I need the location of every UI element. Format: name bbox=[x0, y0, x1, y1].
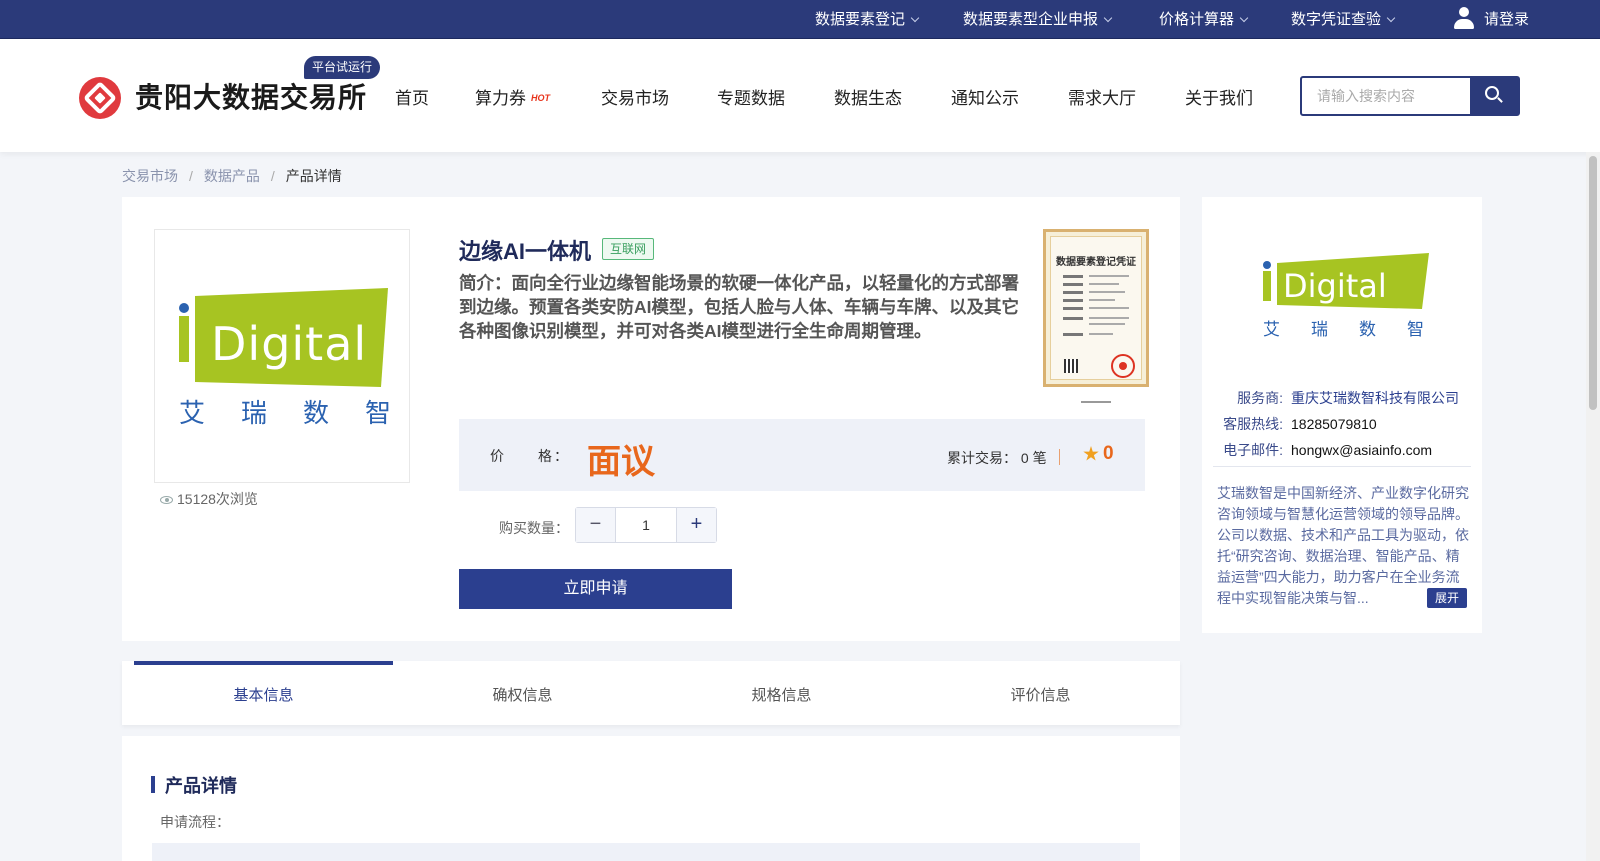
trial-badge: 平台试运行 bbox=[304, 56, 381, 79]
svg-text:艾: 艾 bbox=[179, 399, 205, 429]
chevron-down-icon bbox=[1103, 13, 1113, 23]
tab-spec-info[interactable]: 规格信息 bbox=[652, 661, 911, 725]
star-icon bbox=[1083, 446, 1099, 461]
topbar-menu-certificate-check[interactable]: 数字凭证查验 bbox=[1291, 0, 1396, 39]
divider bbox=[1059, 449, 1060, 465]
idigital-logo-image: Digital 艾 瑞 数 智 bbox=[179, 288, 391, 429]
registration-certificate-thumbnail[interactable]: 数据要素登记凭证 bbox=[1043, 229, 1149, 387]
breadcrumb-market[interactable]: 交易市场 bbox=[122, 168, 178, 184]
price-panel: 价 格： 面议 累计交易： 0 笔 0 bbox=[459, 419, 1145, 491]
quantity-label: 购买数量： bbox=[499, 520, 569, 536]
search-box bbox=[1300, 76, 1520, 116]
chevron-down-icon bbox=[1386, 13, 1396, 23]
hot-badge: HOT bbox=[531, 93, 550, 103]
svg-text:智: 智 bbox=[365, 399, 391, 429]
svg-text:艾: 艾 bbox=[1263, 320, 1280, 340]
svg-text:Digital: Digital bbox=[211, 317, 367, 371]
certificate-pager[interactable] bbox=[1081, 401, 1111, 403]
product-category-tag: 互联网 bbox=[602, 238, 655, 260]
exchange-logo-icon[interactable] bbox=[79, 77, 121, 119]
certificate-title: 数据要素登记凭证 bbox=[1056, 257, 1136, 268]
topbar-menu-label: 数据要素型企业申报 bbox=[963, 11, 1099, 28]
svg-text:瑞: 瑞 bbox=[241, 399, 267, 429]
nav-about[interactable]: 关于我们 bbox=[1185, 84, 1253, 109]
breadcrumb: 交易市场 / 数据产品 / 产品详情 bbox=[122, 168, 342, 184]
nav-market[interactable]: 交易市场 bbox=[601, 84, 669, 109]
nav-topic-data[interactable]: 专题数据 bbox=[717, 84, 785, 109]
login-label: 请登录 bbox=[1484, 11, 1530, 28]
vendor-hotline-row: 客服热线: 18285079810 bbox=[1211, 414, 1377, 434]
site-name[interactable]: 贵阳大数据交易所 bbox=[135, 76, 367, 116]
expand-button[interactable]: 展开 bbox=[1427, 588, 1467, 608]
scrollbar-thumb[interactable] bbox=[1589, 156, 1597, 410]
vendor-logo: Digital 艾 瑞 数 智 bbox=[1263, 253, 1429, 340]
svg-text:数: 数 bbox=[303, 399, 329, 429]
nav-compute-voucher[interactable]: 算力券 bbox=[475, 84, 526, 109]
tab-basic-info[interactable]: 基本信息 bbox=[134, 661, 393, 725]
topbar-menu-label: 数据要素登记 bbox=[815, 11, 906, 28]
price-label: 价 格： bbox=[490, 448, 570, 464]
product-logo: Digital 艾 瑞 数 智 bbox=[154, 229, 410, 483]
trade-count-value: 0 笔 bbox=[1020, 450, 1047, 466]
tab-reviews[interactable]: 评价信息 bbox=[911, 661, 1170, 725]
eye-icon bbox=[160, 496, 173, 504]
svg-text:数: 数 bbox=[1359, 320, 1376, 340]
search-input[interactable] bbox=[1302, 78, 1470, 114]
quantity-increase-button[interactable]: + bbox=[676, 508, 716, 542]
product-description: 简介：面向全行业边缘智能场景的软硬一体化产品，以轻量化的方式部署到边缘。预置各类… bbox=[459, 273, 1019, 341]
svg-text:智: 智 bbox=[1407, 320, 1424, 340]
rating-value: 0 bbox=[1103, 443, 1114, 464]
tab-rights-info[interactable]: 确权信息 bbox=[393, 661, 652, 725]
nav-home[interactable]: 首页 bbox=[395, 84, 429, 109]
svg-text:瑞: 瑞 bbox=[1311, 320, 1328, 340]
vendor-hotline-value: 18285079810 bbox=[1291, 416, 1377, 432]
quantity-input[interactable]: 1 bbox=[616, 508, 676, 542]
nav-notices[interactable]: 通知公示 bbox=[951, 84, 1019, 109]
topbar-menu-label: 价格计算器 bbox=[1159, 11, 1235, 28]
vendor-provider-row: 服务商: 重庆艾瑞数智科技有限公司 bbox=[1211, 388, 1459, 408]
section-title: 产品详情 bbox=[165, 776, 237, 796]
top-utility-bar: 数据要素登记 数据要素型企业申报 价格计算器 数字凭证查验 请登录 bbox=[0, 0, 1600, 39]
vendor-hotline-label: 客服热线: bbox=[1223, 416, 1283, 432]
trade-count-label: 累计交易： bbox=[947, 450, 1017, 466]
section-accent-bar bbox=[151, 776, 155, 793]
divider bbox=[1213, 466, 1471, 467]
breadcrumb-data-products[interactable]: 数据产品 bbox=[204, 168, 260, 184]
vendor-email-row: 电子邮件: hongwx@asiainfo.com bbox=[1211, 440, 1432, 460]
vendor-provider-link[interactable]: 重庆艾瑞数智科技有限公司 bbox=[1291, 390, 1459, 406]
vendor-provider-label: 服务商: bbox=[1237, 390, 1283, 406]
search-button[interactable] bbox=[1470, 78, 1518, 114]
qr-code-icon bbox=[1064, 359, 1078, 373]
application-flow-box bbox=[152, 843, 1140, 861]
quantity-decrease-button[interactable]: − bbox=[576, 508, 616, 542]
vendor-email-label: 电子邮件: bbox=[1223, 442, 1283, 458]
trade-count: 累计交易： 0 笔 bbox=[947, 448, 1047, 468]
topbar-menu-data-registration[interactable]: 数据要素登记 bbox=[815, 0, 920, 39]
topbar-menu-price-calculator[interactable]: 价格计算器 bbox=[1159, 0, 1249, 39]
apply-now-button[interactable]: 立即申请 bbox=[459, 569, 732, 609]
chevron-down-icon bbox=[1239, 13, 1249, 23]
nav-demand-hall[interactable]: 需求大厅 bbox=[1068, 84, 1136, 109]
quantity-stepper: − 1 + bbox=[575, 507, 717, 543]
nav-ecosystem[interactable]: 数据生态 bbox=[834, 84, 902, 109]
seal-icon bbox=[1111, 354, 1135, 378]
view-count-text: 15128次浏览 bbox=[177, 491, 258, 507]
price-value: 面议 bbox=[587, 442, 655, 482]
view-count: 15128次浏览 bbox=[160, 489, 258, 509]
page-scrollbar[interactable] bbox=[1586, 152, 1600, 861]
topbar-menu-enterprise-declare[interactable]: 数据要素型企业申报 bbox=[963, 0, 1113, 39]
topbar-menu-label: 数字凭证查验 bbox=[1291, 11, 1382, 28]
svg-text:Digital: Digital bbox=[1283, 267, 1387, 305]
vendor-email-value: hongwx@asiainfo.com bbox=[1291, 442, 1433, 458]
chevron-down-icon bbox=[910, 13, 920, 23]
user-icon bbox=[1453, 7, 1475, 30]
application-flow-label: 申请流程： bbox=[160, 814, 230, 830]
breadcrumb-current: 产品详情 bbox=[285, 168, 342, 184]
product-title: 边缘AI一体机 bbox=[459, 239, 592, 264]
login-link[interactable]: 请登录 bbox=[1453, 0, 1529, 39]
